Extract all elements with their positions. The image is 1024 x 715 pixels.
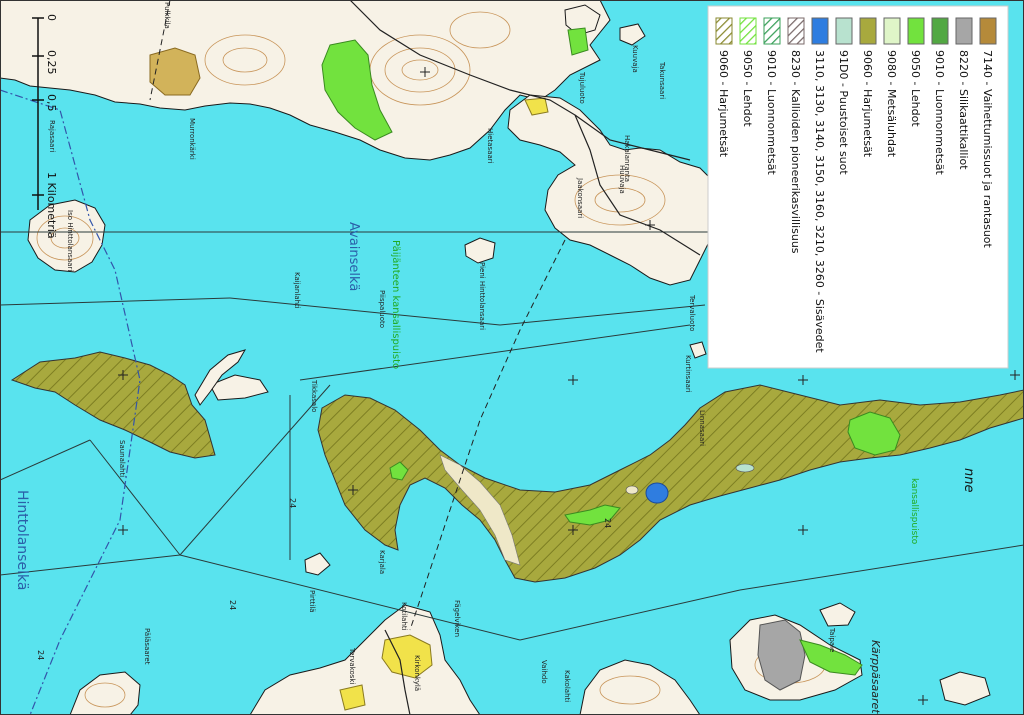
place-label: Kärppäsaaret — [869, 640, 882, 714]
water-label-hinttolanselka: Hinttolanselkä — [14, 490, 30, 590]
place-label: Päläsaaret — [143, 628, 151, 665]
water-label-nne: nne — [961, 468, 976, 492]
place-label: Vaihdo — [540, 660, 548, 684]
legend-label: 3110, 3130, 3140, 3150, 3160, 3210, 3260… — [813, 50, 826, 353]
depth-label: 24 — [288, 498, 297, 508]
place-label: Pieni Hinttolansaari — [478, 262, 486, 330]
legend-label: 8230 - Kallioiden pioneerikasvillisuus — [789, 50, 802, 254]
place-label: Jaakonsaari — [576, 177, 584, 218]
legend-label: 9050 - Lehdot — [909, 50, 922, 127]
legend-label: 9080 - Metsäluhdat — [885, 50, 898, 158]
depth-label: 24 — [603, 518, 612, 528]
legend-swatch — [955, 17, 973, 45]
place-label: Kakolahti — [563, 670, 571, 702]
place-label: Rajasaari — [48, 120, 56, 152]
depth-label: 24 — [36, 650, 45, 660]
place-label: Kurtinsaari — [684, 355, 692, 393]
place-label: Kirkonkylä — [413, 655, 421, 691]
place-label: Takunsaari — [658, 61, 666, 99]
place-label: Huuvaja — [618, 165, 626, 194]
legend-label: 9060 - Harjumetsät — [717, 50, 730, 158]
park-label-kansallispuisto: kansallispuisto — [909, 478, 919, 545]
place-label: Kotilahti — [400, 602, 408, 631]
place-label: Murronkärki — [188, 118, 196, 160]
scale-tick-05: 0,5 — [45, 94, 58, 112]
place-label: Taipale — [828, 627, 836, 652]
legend-label: 9050 - Lehdot — [741, 50, 754, 127]
legend-swatch — [883, 17, 901, 45]
legend-swatch — [859, 17, 877, 45]
park-label-paijanne: Päijänteen kansallispuisto — [390, 240, 401, 369]
habitat-9050-ne — [567, 27, 589, 56]
legend-swatch — [979, 17, 997, 45]
habitat-91d0-small-2 — [625, 485, 639, 495]
place-label: Piispaluoto — [378, 290, 386, 328]
legend-label: 9060 - Harjumetsät — [861, 50, 874, 158]
place-label: Kaijanlahti — [293, 272, 301, 309]
legend-label: 9010 - Luonnonmetsät — [765, 50, 778, 176]
place-label: Tervakoski — [348, 647, 356, 684]
place-label: Pulkkila — [163, 2, 171, 29]
depth-label: 24 — [228, 600, 237, 610]
legend-swatch — [907, 17, 925, 45]
water-label-avainselka: Avainselkä — [346, 222, 361, 291]
place-label: Karjala — [378, 550, 386, 574]
place-label: Hietasaari — [486, 128, 494, 164]
place-label: Tujuluoto — [578, 71, 586, 104]
habitat-village-south-2 — [339, 684, 366, 711]
habitat-sisavedet-pond — [645, 482, 669, 504]
legend-swatch — [739, 17, 757, 45]
legend-panel: 7140 - Vaihettumissuot ja rantasuot 8220 … — [707, 5, 1009, 369]
legend-swatch — [715, 17, 733, 45]
legend-label: 7140 - Vaihettumissuot ja rantasuot — [981, 50, 994, 249]
place-label: Linnasaari — [698, 410, 706, 446]
place-label: Saunalahti — [118, 440, 126, 477]
legend-swatch — [835, 17, 853, 45]
legend-swatch — [787, 17, 805, 45]
place-label: Tikkasalo — [310, 379, 318, 412]
place-label: Tervaluoto — [688, 294, 696, 331]
place-label: Pirttilä — [308, 590, 316, 613]
legend-swatch — [931, 17, 949, 45]
legend-swatch — [811, 17, 829, 45]
legend-label: 8220 - Silikaattikalliot — [957, 50, 970, 170]
habitat-8220-karppasaaret — [757, 619, 806, 691]
place-label: Fägelviken — [453, 600, 461, 637]
scale-tick-1: 1 Kilometriä — [45, 172, 58, 239]
legend-label: 91D0 - Puustoiset suot — [837, 50, 850, 175]
map-canvas[interactable]: 0 0,25 0,5 1 Kilometriä Avainselkä Hintt… — [0, 0, 1024, 715]
legend-swatch — [763, 17, 781, 45]
legend-label: 9010 - Luonnonmetsät — [933, 50, 946, 176]
habitat-91d0-small-1 — [735, 463, 755, 473]
scale-tick-0: 0 — [45, 14, 58, 21]
place-label: Kuuvaja — [631, 45, 639, 73]
habitat-9060-north — [149, 47, 201, 96]
place-label: Iso Hinttolansaari — [66, 210, 74, 271]
scale-tick-025: 0,25 — [45, 50, 58, 75]
